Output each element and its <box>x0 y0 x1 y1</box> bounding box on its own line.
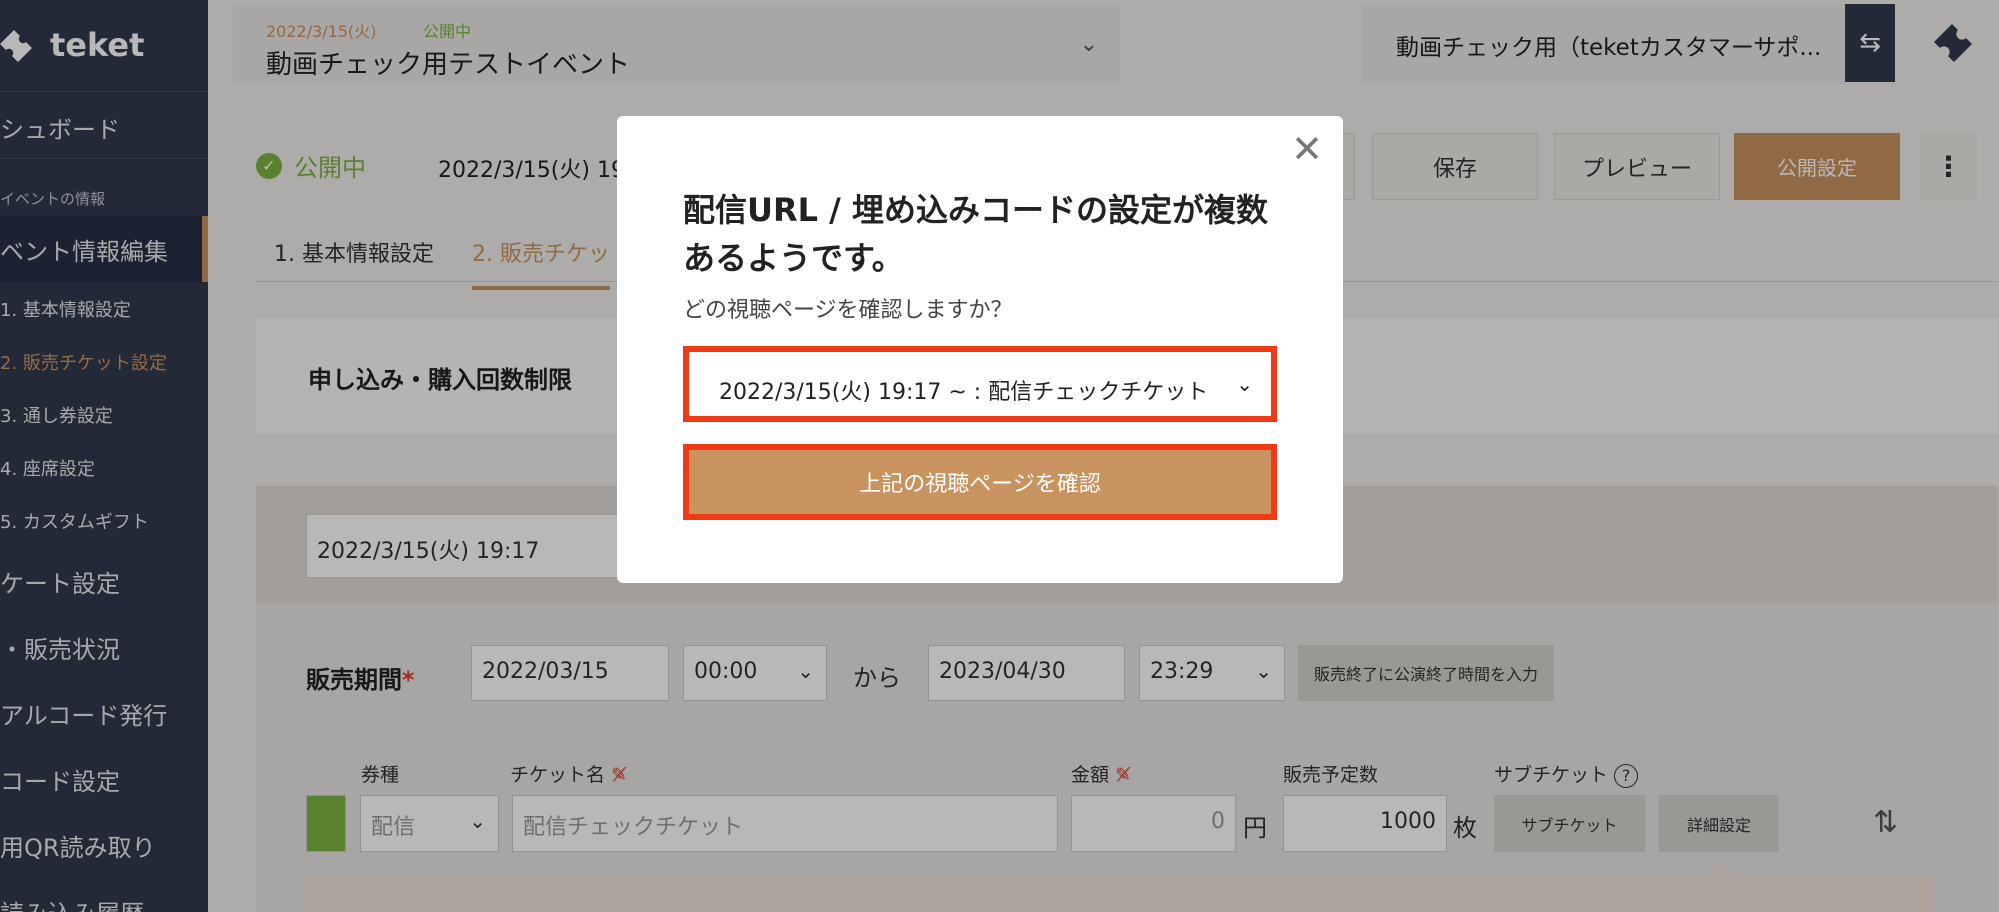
modal-question: どの視聴ページを確認しますか？ <box>683 298 1013 323</box>
confirm-view-page-button[interactable]: 上記の視聴ページを確認 <box>683 444 1277 520</box>
view-page-selected: 2022/3/15(火) 19:17 ~ : 配信チェックチケット <box>719 380 1209 405</box>
select-view-page-modal: ✕ 配信URL / 埋め込みコードの設定が複数あるようです。 どの視聴ページを確… <box>617 116 1343 583</box>
chevron-down-icon: ⌄ <box>1236 372 1253 396</box>
modal-title: 配信URL / 埋め込みコードの設定が複数あるようです。 <box>683 191 1268 277</box>
view-page-select[interactable]: 2022/3/15(火) 19:17 ~ : 配信チェックチケット ⌄ <box>683 346 1277 422</box>
close-icon[interactable]: ✕ <box>1291 130 1323 168</box>
